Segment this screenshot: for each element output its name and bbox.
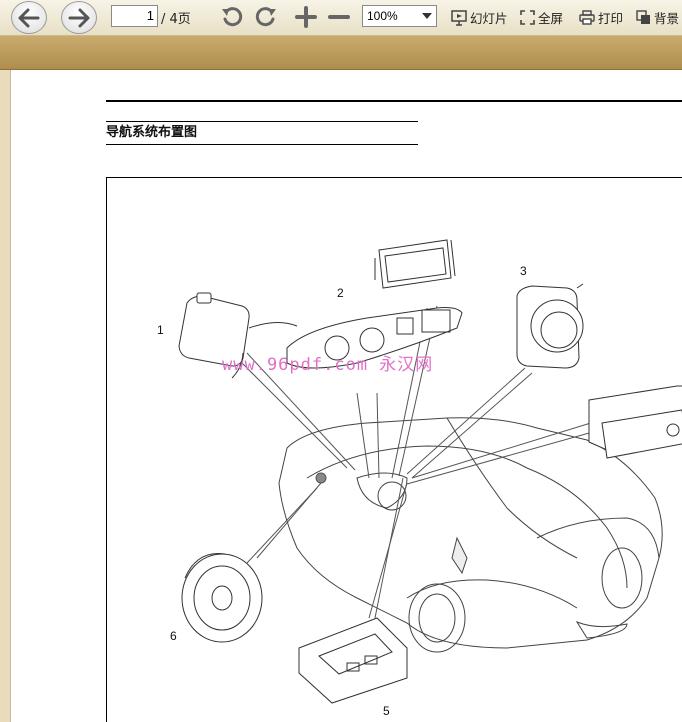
chevron-down-icon [422,13,432,19]
selector-knob-component [516,283,584,369]
zoom-in-button[interactable] [292,3,320,31]
rotate-right-button[interactable] [252,3,280,31]
display-screen-component [374,239,456,289]
navigation-layout-diagram [178,239,682,704]
fullscreen-button[interactable]: 全屏 [520,8,563,27]
zoom-out-button[interactable] [325,3,353,31]
arrow-right-icon [68,8,90,27]
slideshow-icon [451,9,467,26]
page-left-margin [0,70,11,722]
viewer-header-strip [0,36,682,70]
slideshow-label: 幻灯片 [470,11,508,26]
background-icon [636,10,650,24]
callout-6: 6 [170,629,177,643]
arrow-left-icon [18,8,40,27]
background-button[interactable]: 背景 [636,8,679,27]
speaker-component [181,553,263,643]
slideshow-button[interactable]: 幻灯片 [451,8,508,27]
rotate-ccw-icon [222,7,243,27]
page-title: 导航系统布置图 [106,121,418,145]
forward-button[interactable] [61,1,97,34]
zoom-select[interactable]: 100% [362,5,437,27]
callout-1: 1 [157,323,164,337]
header-rule [106,100,682,102]
callout-5: 5 [383,704,390,718]
printer-icon [579,10,595,25]
zoom-value: 100% [367,9,398,23]
watermark-text: www.96pdf.com 永汉网 [222,355,434,375]
callout-3: 3 [520,264,527,278]
fullscreen-label: 全屏 [538,11,564,26]
callout-2: 2 [337,286,344,300]
fullscreen-icon [520,10,535,25]
back-button[interactable] [11,1,47,34]
plus-icon [295,6,317,28]
background-label: 背景 [654,11,680,26]
layout-figure: 1 2 3 5 6 [106,177,682,722]
control-module-component [298,617,408,704]
page-total-label: / 4页 [161,12,191,27]
rotate-cw-icon [255,7,276,27]
viewer-toolbar: 1 / 4页 100% 幻灯片 全屏 打印 背景 [0,0,682,36]
minus-icon [328,15,350,19]
print-button[interactable]: 打印 [579,8,623,27]
head-unit-component [588,385,682,459]
rotate-left-button[interactable] [218,3,246,31]
car-illustration [278,417,663,653]
page-number-input[interactable]: 1 [111,5,158,27]
print-label: 打印 [598,11,624,26]
